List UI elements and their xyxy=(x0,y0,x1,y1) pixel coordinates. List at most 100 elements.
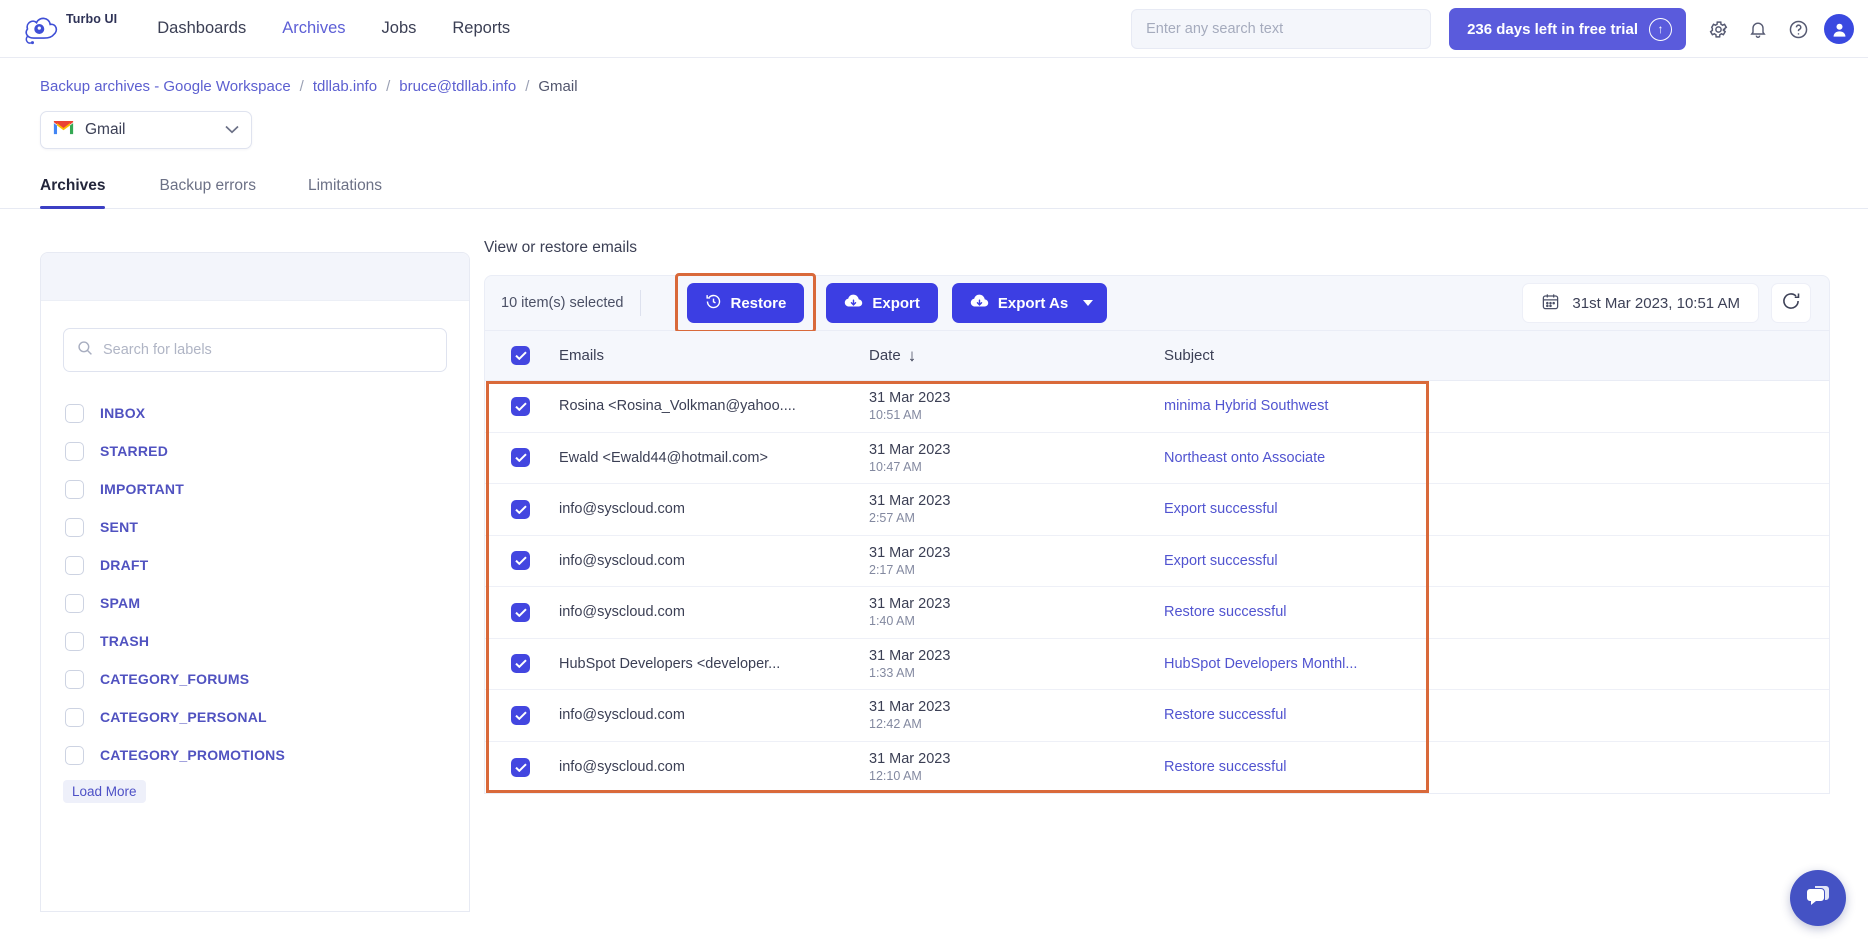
refresh-button[interactable] xyxy=(1771,283,1811,323)
row-subject[interactable]: Restore successful xyxy=(1164,604,1829,620)
row-subject[interactable]: Restore successful xyxy=(1164,707,1829,723)
label-checkbox[interactable] xyxy=(65,441,84,461)
top-navigation-bar: Turbo UI Dashboards Archives Jobs Report… xyxy=(0,0,1868,58)
table-row[interactable]: HubSpot Developers <developer... 31 Mar … xyxy=(485,639,1829,690)
gmail-icon xyxy=(53,120,74,141)
row-select-cell xyxy=(511,602,559,622)
label-checkbox[interactable] xyxy=(65,479,84,499)
emails-table: Emails Date ↓ Subject Rosina <Rosina_Vol… xyxy=(484,331,1830,794)
row-time: 2:57 AM xyxy=(869,511,915,526)
row-subject[interactable]: Restore successful xyxy=(1164,759,1829,775)
restore-button-highlight: Restore xyxy=(674,273,817,333)
breadcrumb-separator: / xyxy=(386,78,391,95)
label-row-sent[interactable]: SENT xyxy=(41,508,469,546)
row-checkbox[interactable] xyxy=(511,757,530,777)
label-checkbox[interactable] xyxy=(65,745,84,765)
tab-archives[interactable]: Archives xyxy=(40,177,121,209)
table-row[interactable]: info@syscloud.com 31 Mar 2023 12:10 AM R… xyxy=(485,742,1829,794)
label-checkbox[interactable] xyxy=(65,669,84,689)
row-date-cell: 31 Mar 2023 2:17 AM xyxy=(869,544,1164,578)
table-row[interactable]: Ewald <Ewald44@hotmail.com> 31 Mar 2023 … xyxy=(485,433,1829,484)
table-row[interactable]: Rosina <Rosina_Volkman@yahoo.... 31 Mar … xyxy=(485,381,1829,433)
export-as-button[interactable]: Export As xyxy=(951,283,1108,323)
label-checkbox[interactable] xyxy=(65,631,84,651)
app-selector-dropdown[interactable]: Gmail xyxy=(40,111,252,149)
nav-link-archives[interactable]: Archives xyxy=(282,20,345,37)
row-time: 10:51 AM xyxy=(869,408,922,423)
gear-icon[interactable] xyxy=(1698,9,1738,49)
label-row-spam[interactable]: SPAM xyxy=(41,584,469,622)
nav-link-dashboards[interactable]: Dashboards xyxy=(157,20,246,37)
column-header-emails[interactable]: Emails xyxy=(559,347,869,364)
label-row-category-personal[interactable]: CATEGORY_PERSONAL xyxy=(41,698,469,736)
label-name: CATEGORY_PROMOTIONS xyxy=(100,747,286,763)
label-name: INBOX xyxy=(100,405,146,421)
panel-title: View or restore emails xyxy=(484,239,638,256)
row-checkbox[interactable] xyxy=(511,602,530,622)
label-row-important[interactable]: IMPORTANT xyxy=(41,470,469,508)
date-filter-button[interactable]: 31st Mar 2023, 10:51 AM xyxy=(1522,283,1759,323)
tab-limitations[interactable]: Limitations xyxy=(292,177,398,208)
free-trial-banner[interactable]: 236 days left in free trial ↑ xyxy=(1449,8,1686,50)
breadcrumb-item-backup-archives[interactable]: Backup archives - Google Workspace xyxy=(40,78,291,95)
label-row-draft[interactable]: DRAFT xyxy=(41,546,469,584)
label-checkbox[interactable] xyxy=(65,707,84,727)
help-icon[interactable] xyxy=(1778,9,1818,49)
row-subject[interactable]: Export successful xyxy=(1164,553,1829,569)
global-search-box[interactable] xyxy=(1131,9,1432,49)
select-all-checkbox[interactable] xyxy=(511,346,530,365)
sort-descending-icon[interactable]: ↓ xyxy=(908,346,917,366)
row-subject[interactable]: Northeast onto Associate xyxy=(1164,450,1829,466)
row-sender: info@syscloud.com xyxy=(559,759,685,776)
row-checkbox[interactable] xyxy=(511,654,530,674)
export-button[interactable]: Export xyxy=(826,283,938,323)
row-select-cell xyxy=(511,448,559,468)
breadcrumb-separator: / xyxy=(299,78,304,95)
chat-support-button[interactable] xyxy=(1790,870,1846,926)
row-subject[interactable]: HubSpot Developers Monthl... xyxy=(1164,656,1829,672)
load-more-button[interactable]: Load More xyxy=(63,780,146,803)
label-search-input[interactable] xyxy=(103,342,433,358)
row-checkbox[interactable] xyxy=(511,396,530,416)
label-checkbox[interactable] xyxy=(65,403,84,423)
label-checkbox[interactable] xyxy=(65,555,84,575)
row-select-cell xyxy=(511,396,559,416)
row-checkbox[interactable] xyxy=(511,448,530,468)
row-subject[interactable]: minima Hybrid Southwest xyxy=(1164,398,1829,414)
nav-link-reports[interactable]: Reports xyxy=(452,20,510,37)
global-search-input[interactable] xyxy=(1146,21,1417,37)
label-name: SPAM xyxy=(100,595,141,611)
label-row-category-forums[interactable]: CATEGORY_FORUMS xyxy=(41,660,469,698)
row-checkbox[interactable] xyxy=(511,551,530,571)
breadcrumb-item-domain[interactable]: tdllab.info xyxy=(313,78,377,95)
tab-backup-errors[interactable]: Backup errors xyxy=(143,177,271,208)
row-sender: info@syscloud.com xyxy=(559,552,685,569)
row-checkbox[interactable] xyxy=(511,499,530,519)
label-search-box[interactable] xyxy=(63,328,447,372)
label-row-starred[interactable]: STARRED xyxy=(41,432,469,470)
brand-logo-area[interactable]: Turbo UI xyxy=(22,10,117,48)
label-row-inbox[interactable]: INBOX xyxy=(41,394,469,432)
label-row-category-promotions[interactable]: CATEGORY_PROMOTIONS xyxy=(41,736,469,774)
breadcrumb-item-user[interactable]: bruce@tdllab.info xyxy=(399,78,516,95)
row-subject[interactable]: Export successful xyxy=(1164,501,1829,517)
nav-link-jobs[interactable]: Jobs xyxy=(382,20,417,37)
label-row-trash[interactable]: TRASH xyxy=(41,622,469,660)
bell-icon[interactable] xyxy=(1738,9,1778,49)
table-row[interactable]: info@syscloud.com 31 Mar 2023 12:42 AM R… xyxy=(485,690,1829,742)
export-as-cloud-icon xyxy=(970,293,989,313)
label-checkbox[interactable] xyxy=(65,517,84,537)
column-header-subject[interactable]: Subject xyxy=(1164,347,1829,364)
restore-button[interactable]: Restore xyxy=(686,283,805,323)
label-checkbox[interactable] xyxy=(65,593,84,613)
table-row[interactable]: info@syscloud.com 31 Mar 2023 2:57 AM Ex… xyxy=(485,484,1829,536)
table-row[interactable]: info@syscloud.com 31 Mar 2023 1:40 AM Re… xyxy=(485,587,1829,639)
row-date-cell: 31 Mar 2023 12:10 AM xyxy=(869,750,1164,784)
user-avatar[interactable] xyxy=(1824,14,1854,44)
table-row[interactable]: info@syscloud.com 31 Mar 2023 2:17 AM Ex… xyxy=(485,536,1829,587)
label-name: CATEGORY_FORUMS xyxy=(100,671,250,687)
row-date: 31 Mar 2023 xyxy=(869,699,951,716)
column-header-date[interactable]: Date ↓ xyxy=(869,346,1164,366)
row-checkbox[interactable] xyxy=(511,705,530,725)
upgrade-arrow-icon[interactable]: ↑ xyxy=(1649,17,1672,41)
